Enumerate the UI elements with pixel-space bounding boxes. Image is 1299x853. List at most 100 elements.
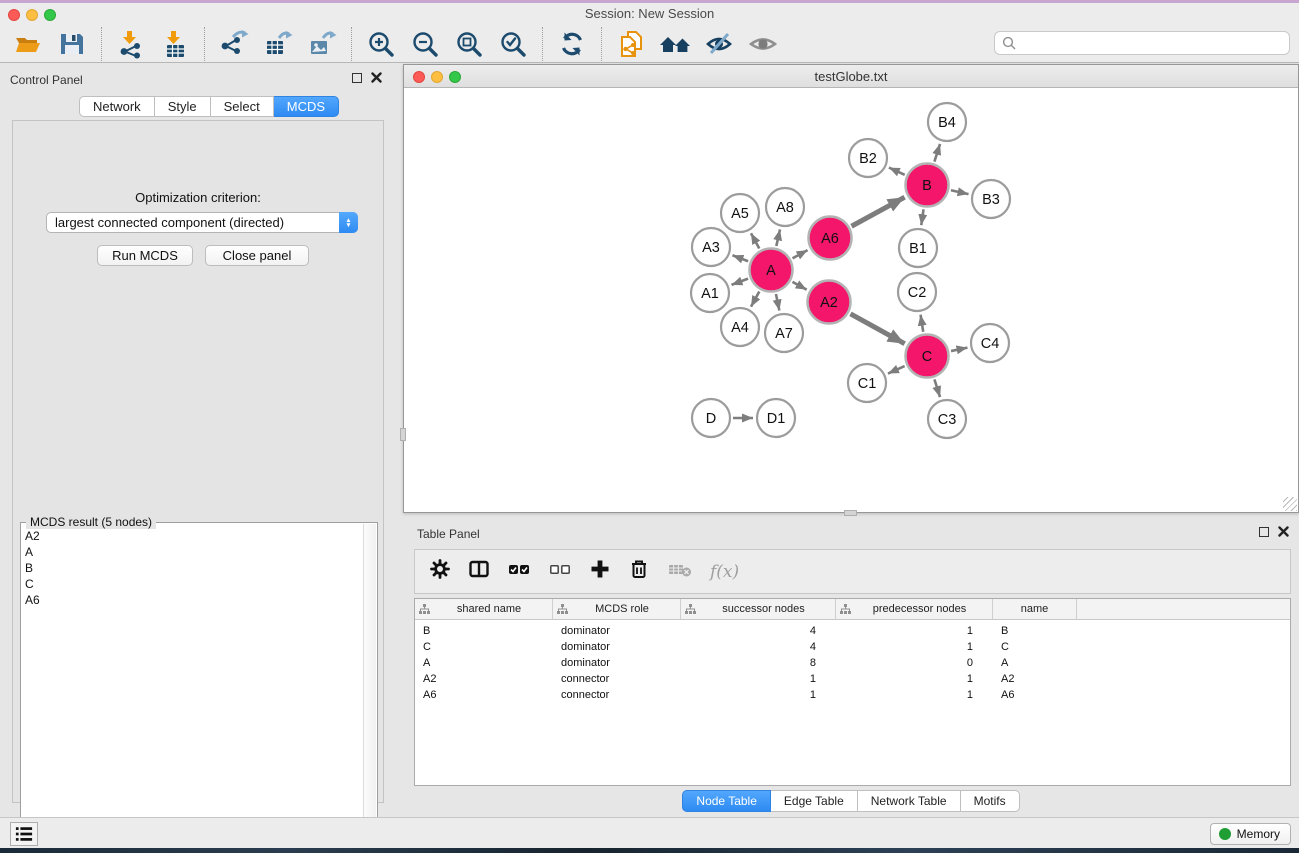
network-window-titlebar[interactable]: testGlobe.txt: [404, 65, 1298, 88]
select-all-button[interactable]: [507, 558, 531, 585]
refresh-icon: [557, 29, 587, 59]
control-panel-tabs: Network Style Select MCDS: [79, 96, 339, 117]
export-table-button[interactable]: [261, 27, 295, 61]
desktop-edge-bottom: [0, 848, 1299, 853]
open-session-button[interactable]: [11, 27, 45, 61]
graph-edge[interactable]: [751, 292, 759, 307]
graph-edge[interactable]: [732, 255, 748, 261]
zoom-selected-button[interactable]: [496, 27, 530, 61]
zoom-in-button[interactable]: [364, 27, 398, 61]
graph-edge[interactable]: [792, 282, 806, 290]
graph-edge[interactable]: [951, 190, 969, 194]
run-mcds-button[interactable]: Run MCDS: [97, 245, 193, 266]
table-row[interactable]: A6 connector 1 1 A6: [415, 687, 1290, 703]
gear-icon: [429, 558, 451, 580]
graph-edge[interactable]: [850, 314, 904, 344]
table-row[interactable]: C dominator 4 1 C: [415, 639, 1290, 655]
tab-style[interactable]: Style: [155, 96, 211, 117]
delete-columns-button[interactable]: [628, 558, 650, 585]
tab-node-table[interactable]: Node Table: [682, 790, 771, 812]
home-layout-button[interactable]: [658, 27, 692, 61]
tab-network[interactable]: Network: [79, 96, 155, 117]
tab-motifs[interactable]: Motifs: [961, 790, 1020, 812]
memory-status-icon: [1219, 828, 1231, 840]
graph-edge[interactable]: [951, 348, 967, 351]
graph-edge[interactable]: [934, 144, 940, 162]
graph-edge[interactable]: [776, 294, 779, 310]
memory-button[interactable]: Memory: [1210, 823, 1291, 845]
tab-mcds[interactable]: MCDS: [274, 96, 339, 117]
table-settings-button[interactable]: [429, 558, 451, 585]
tab-network-table[interactable]: Network Table: [858, 790, 961, 812]
table-row[interactable]: A2 connector 1 1 A2: [415, 671, 1290, 687]
column-header-mcds-role[interactable]: MCDS role: [553, 599, 681, 619]
tab-edge-table[interactable]: Edge Table: [771, 790, 858, 812]
float-table-panel-icon[interactable]: [1259, 527, 1269, 537]
list-item[interactable]: A6: [25, 592, 362, 608]
refresh-view-button[interactable]: [555, 27, 589, 61]
close-panel-icon[interactable]: [371, 72, 382, 83]
graph-edge[interactable]: [889, 168, 905, 175]
column-header-predecessor-nodes[interactable]: predecessor nodes: [836, 599, 993, 619]
search-input[interactable]: [1016, 33, 1289, 53]
zoom-out-button[interactable]: [408, 27, 442, 61]
column-header-name[interactable]: name: [993, 599, 1077, 619]
status-bar: Memory: [0, 817, 1299, 848]
search-field[interactable]: [994, 31, 1290, 55]
mcds-result-list[interactable]: A2 A B C A6: [25, 525, 362, 851]
list-item[interactable]: C: [25, 576, 362, 592]
open-folder-icon: [13, 29, 43, 59]
graph-node-label: C4: [981, 336, 1000, 352]
frame-bottom-handle[interactable]: [844, 510, 857, 516]
list-scrollbar[interactable]: [363, 524, 376, 852]
graph-edge[interactable]: [888, 366, 905, 374]
table-tabs: Node Table Edge Table Network Table Moti…: [403, 790, 1299, 812]
export-image-button[interactable]: [305, 27, 339, 61]
graph-edge[interactable]: [732, 279, 749, 285]
graph-node-label: C3: [938, 412, 957, 428]
graph-node-label: A4: [731, 320, 749, 336]
unselect-all-button[interactable]: [548, 558, 572, 585]
close-table-panel-icon[interactable]: [1278, 526, 1289, 537]
column-header-shared-name[interactable]: shared name: [415, 599, 553, 619]
hide-graphics-details-button[interactable]: [702, 27, 736, 61]
titlebar: Session: New Session: [0, 3, 1299, 23]
close-panel-button[interactable]: Close panel: [205, 245, 309, 266]
list-item[interactable]: A2: [25, 528, 362, 544]
graph-edge[interactable]: [934, 379, 940, 397]
resize-grip-icon[interactable]: [1283, 497, 1297, 511]
list-item[interactable]: B: [25, 560, 362, 576]
task-history-button[interactable]: [10, 822, 38, 846]
frame-left-handle[interactable]: [400, 428, 406, 441]
criterion-dropdown[interactable]: largest connected component (directed) ▲…: [46, 212, 358, 233]
import-network-button[interactable]: [114, 27, 148, 61]
network-canvas[interactable]: ABCA2A6A1A3A4A5A7A8B1B2B3B4C1C2C3C4DD1: [404, 88, 1298, 512]
show-graphics-details-button[interactable]: [746, 27, 780, 61]
column-header-successor-nodes[interactable]: successor nodes: [681, 599, 836, 619]
zoom-out-icon: [410, 29, 440, 59]
toolbar-separator: [204, 27, 205, 61]
graph-node-label: A8: [776, 200, 794, 216]
graph-edge[interactable]: [751, 233, 759, 248]
show-columns-button[interactable]: [468, 558, 490, 585]
destroy-table-button: [667, 558, 693, 585]
add-column-button[interactable]: [589, 558, 611, 585]
tab-select[interactable]: Select: [211, 96, 274, 117]
zoom-fit-button[interactable]: [452, 27, 486, 61]
graph-edge[interactable]: [852, 197, 905, 226]
table-row[interactable]: A dominator 8 0 A: [415, 655, 1290, 671]
table-row[interactable]: B dominator 4 1 B: [415, 623, 1290, 639]
graph-edge[interactable]: [776, 229, 780, 246]
graph-edge[interactable]: [921, 315, 924, 332]
graph-edge[interactable]: [793, 250, 808, 258]
optimization-criterion-label: Optimization criterion:: [13, 190, 383, 205]
graph-edge[interactable]: [921, 209, 923, 225]
float-panel-icon[interactable]: [352, 73, 362, 83]
zoom-fit-icon: [454, 29, 484, 59]
import-table-button[interactable]: [158, 27, 192, 61]
clone-network-button[interactable]: [614, 27, 648, 61]
network-graph[interactable]: ABCA2A6A1A3A4A5A7A8B1B2B3B4C1C2C3C4DD1: [404, 88, 1298, 512]
export-network-button[interactable]: [217, 27, 251, 61]
save-session-button[interactable]: [55, 27, 89, 61]
list-item[interactable]: A: [25, 544, 362, 560]
